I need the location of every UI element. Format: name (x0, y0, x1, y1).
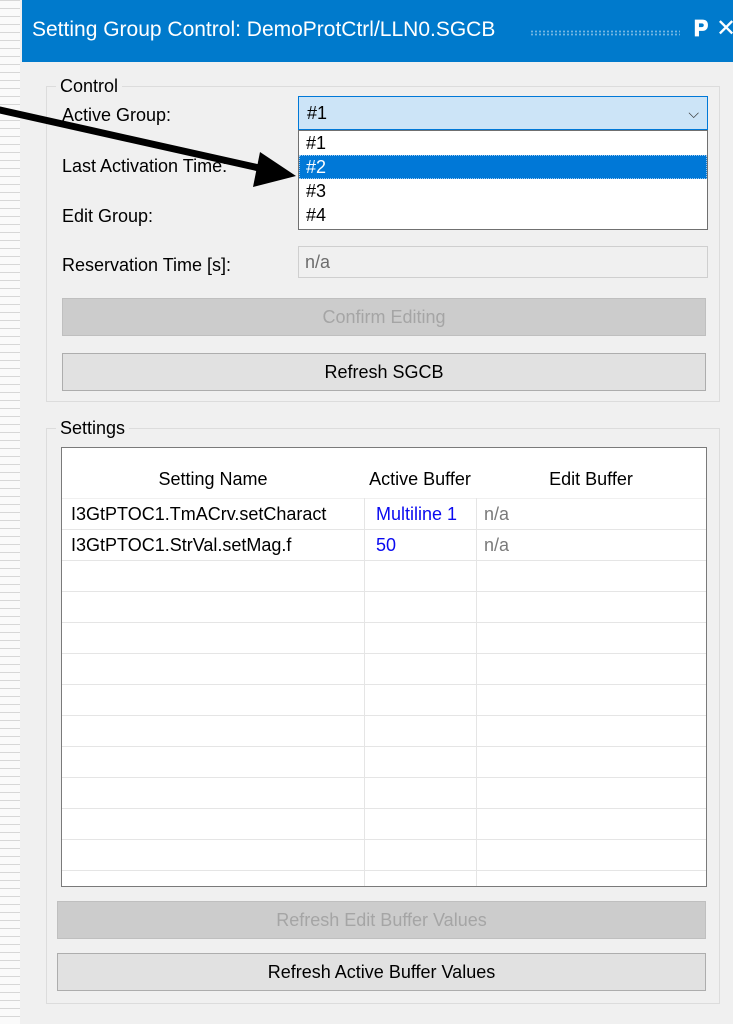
row-divider (62, 622, 706, 623)
active-buffer-cell: 50 (376, 535, 397, 555)
active-group-dropdown[interactable]: #1 #2 #3 #4 (298, 130, 708, 230)
row-divider (62, 777, 706, 778)
active-group-label: Active Group: (62, 105, 172, 125)
row-divider (62, 715, 706, 716)
window-title: Setting Group Control: DemoProtCtrl/LLN0… (32, 18, 496, 41)
dropdown-option[interactable]: #1 (299, 131, 707, 155)
row-divider (62, 529, 706, 530)
active-group-value: #1 (307, 103, 328, 123)
title-bar[interactable]: Setting Group Control: DemoProtCtrl/LLN0… (22, 0, 733, 62)
chevron-down-icon[interactable]: ⌵ (688, 97, 699, 129)
row-divider (62, 560, 706, 561)
row-divider (62, 746, 706, 747)
reservation-time-label: Reservation Time [s]: (62, 255, 232, 275)
refresh-edit-buffer-button[interactable]: Refresh Edit Buffer Values (57, 901, 706, 939)
table-row[interactable]: I3GtPTOC1.TmACrv.setCharact Multiline 1 … (62, 503, 706, 526)
table-header: Setting Name Active Buffer Edit Buffer (62, 448, 706, 499)
close-icon[interactable]: ✕ (715, 16, 733, 42)
row-divider (62, 684, 706, 685)
column-header-edit-buffer[interactable]: Edit Buffer (476, 448, 706, 498)
title-grip (530, 30, 680, 36)
active-buffer-cell: Multiline 1 (376, 504, 458, 524)
pin-icon[interactable]: 𝐏 (691, 16, 711, 42)
refresh-active-buffer-button[interactable]: Refresh Active Buffer Values (57, 953, 706, 991)
row-divider (62, 870, 706, 871)
table-row[interactable]: I3GtPTOC1.StrVal.setMag.f 50 n/a (62, 534, 706, 557)
column-header-setting-name[interactable]: Setting Name (62, 448, 364, 498)
dropdown-option[interactable]: #3 (299, 179, 707, 203)
settings-table[interactable]: Setting Name Active Buffer Edit Buffer I… (61, 447, 707, 887)
active-group-combobox[interactable]: #1 ⌵ (298, 96, 708, 130)
row-divider (62, 653, 706, 654)
confirm-editing-button[interactable]: Confirm Editing (62, 298, 706, 336)
control-legend: Control (56, 76, 123, 96)
row-divider (62, 839, 706, 840)
refresh-sgcb-button[interactable]: Refresh SGCB (62, 353, 706, 391)
reservation-time-field[interactable]: n/a (298, 246, 708, 278)
left-dock-strip (0, 0, 20, 1024)
row-divider (62, 808, 706, 809)
column-header-active-buffer[interactable]: Active Buffer (364, 448, 476, 498)
settings-legend: Settings (56, 418, 130, 438)
setting-name-cell: I3GtPTOC1.TmACrv.setCharact (71, 504, 327, 524)
dropdown-option[interactable]: #4 (299, 203, 707, 227)
last-activation-time-label: Last Activation Time: (62, 156, 228, 176)
edit-buffer-cell[interactable]: n/a (484, 503, 684, 526)
edit-group-label: Edit Group: (62, 206, 154, 226)
edit-buffer-cell[interactable]: n/a (484, 534, 684, 557)
row-divider (62, 591, 706, 592)
setting-name-cell: I3GtPTOC1.StrVal.setMag.f (71, 535, 292, 555)
dropdown-option-highlighted[interactable]: #2 (299, 155, 707, 179)
